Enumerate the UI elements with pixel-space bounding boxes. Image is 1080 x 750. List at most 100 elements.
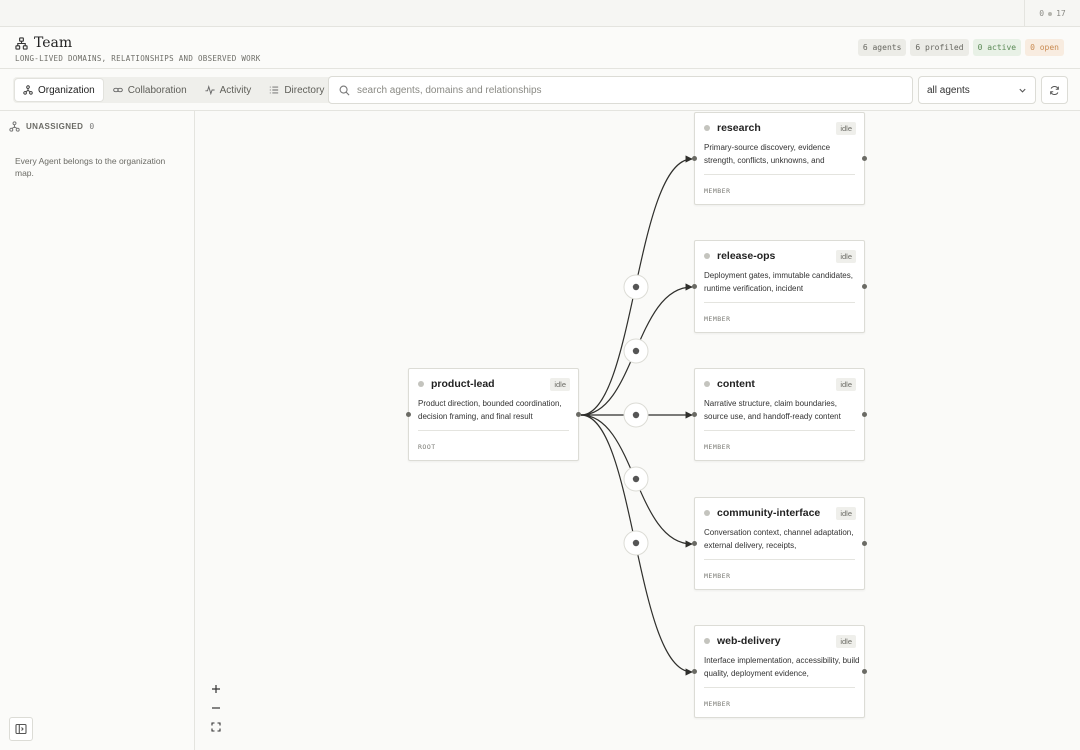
tab-activity[interactable]: Activity <box>197 79 260 101</box>
unassigned-heading: UNASSIGNED 0 <box>9 121 95 132</box>
node-header: release-ops <box>704 250 775 262</box>
tab-collaboration[interactable]: Collaboration <box>105 79 195 101</box>
top-strip: 0 17 <box>0 0 1080 27</box>
zoom-out-button[interactable] <box>205 698 227 717</box>
sidebar-toggle-button[interactable] <box>9 717 33 741</box>
activity-icon <box>205 85 215 95</box>
output-port[interactable] <box>862 284 867 289</box>
unassigned-note: Every Agent belongs to the organization … <box>15 156 166 178</box>
status-badge: idle <box>836 635 856 648</box>
unassigned-sidebar: UNASSIGNED 0 Every Agent belongs to the … <box>0 111 195 750</box>
counter-right: 17 <box>1056 9 1066 18</box>
agent-node-community-interface[interactable]: community-interface idle Conversation co… <box>692 497 867 590</box>
node-header: product-lead <box>418 378 495 390</box>
page-subtitle: LONG-LIVED DOMAINS, RELATIONSHIPS AND OB… <box>15 54 261 63</box>
refresh-icon <box>1050 85 1059 95</box>
output-port[interactable] <box>576 412 581 417</box>
node-divider <box>704 687 855 688</box>
output-port[interactable] <box>862 156 867 161</box>
status-dot <box>418 381 424 387</box>
input-port[interactable] <box>406 412 411 417</box>
status-dot <box>704 638 710 644</box>
agent-filter-value: all agents <box>927 84 970 96</box>
page-title: Team <box>34 35 73 51</box>
plus-icon <box>212 684 220 693</box>
agent-name: web-delivery <box>717 635 781 647</box>
org-chart-icon <box>15 36 28 50</box>
agent-filter-select[interactable]: all agents <box>918 76 1036 104</box>
agent-role: MEMBER <box>704 443 731 451</box>
agent-name: content <box>717 378 755 390</box>
tab-label: Activity <box>219 84 252 96</box>
tab-label: Directory <box>284 84 325 96</box>
summary-badges: 6 agents 6 profiled 0 active 0 open <box>857 39 1064 56</box>
output-port[interactable] <box>862 669 867 674</box>
node-header: community-interface <box>704 507 820 519</box>
node-divider <box>418 430 569 431</box>
input-port[interactable] <box>692 156 697 161</box>
edge-handle-research[interactable] <box>623 338 649 364</box>
agent-role: MEMBER <box>704 700 731 708</box>
agent-role: MEMBER <box>704 572 731 580</box>
profiled-badge: 6 profiled <box>910 39 969 56</box>
agent-description: Product direction, bounded coordination,… <box>418 399 562 421</box>
title-row: Team <box>15 35 72 51</box>
input-port[interactable] <box>692 412 697 417</box>
agent-node-release-ops[interactable]: release-ops idle Deployment gates, immut… <box>692 240 867 333</box>
connection-counter: 0 17 <box>1024 0 1080 27</box>
refresh-button[interactable] <box>1041 76 1068 104</box>
status-dot <box>704 253 710 259</box>
search-icon <box>339 85 350 95</box>
chevron-down-icon <box>1019 88 1026 93</box>
agents-badge: 6 agents <box>857 39 907 56</box>
node-header: research <box>704 122 761 134</box>
node-divider <box>704 302 855 303</box>
tab-organization[interactable]: Organization <box>15 79 103 101</box>
node-header: web-delivery <box>704 635 781 647</box>
counter-left: 0 <box>1039 9 1045 18</box>
page-header: Team LONG-LIVED DOMAINS, RELATIONSHIPS A… <box>0 27 1080 69</box>
search-input[interactable] <box>357 84 897 96</box>
counter-separator-dot <box>1048 11 1053 16</box>
node-header: content <box>704 378 755 390</box>
zoom-in-button[interactable] <box>205 679 227 698</box>
status-badge: idle <box>836 507 856 520</box>
status-dot <box>704 125 710 131</box>
relationship-edges <box>580 155 693 676</box>
output-port[interactable] <box>862 412 867 417</box>
edge-handle-web-delivery[interactable] <box>623 530 649 556</box>
status-badge: idle <box>836 250 856 263</box>
toolbar: Organization Collaboration Activity Dire… <box>0 69 1080 111</box>
agent-description: Interface implementation, accessibility,… <box>704 656 860 678</box>
sidebar-toggle-icon <box>15 723 27 735</box>
node-divider <box>704 559 855 560</box>
fit-view-button[interactable] <box>205 717 227 736</box>
search-box[interactable] <box>328 76 913 104</box>
agent-description: Conversation context, channel adaptation… <box>704 528 854 550</box>
agent-name: release-ops <box>717 250 776 262</box>
minus-icon <box>212 706 220 709</box>
agent-node-research[interactable]: research idle Primary-source discovery, … <box>692 112 867 205</box>
input-port[interactable] <box>692 669 697 674</box>
link-icon <box>112 87 123 93</box>
agent-node-web-delivery[interactable]: web-delivery idle Interface implementati… <box>692 625 867 718</box>
list-icon <box>270 86 279 94</box>
agent-node-content[interactable]: content idle Narrative structure, claim … <box>692 368 867 461</box>
edge-handle-content[interactable] <box>623 402 649 428</box>
agent-node-product-lead[interactable]: product-lead idle Product direction, bou… <box>406 368 581 461</box>
edge-handle-release-ops[interactable] <box>623 274 649 300</box>
node-divider <box>704 174 855 175</box>
organization-canvas[interactable]: product-lead idle Product direction, bou… <box>195 111 1080 750</box>
edge-handle-community-interface[interactable] <box>623 466 649 492</box>
tab-directory[interactable]: Directory <box>261 79 332 101</box>
input-port[interactable] <box>692 284 697 289</box>
status-badge: idle <box>836 378 856 391</box>
input-port[interactable] <box>692 541 697 546</box>
fit-view-icon <box>211 721 221 732</box>
active-badge: 0 active <box>972 39 1022 56</box>
status-badge: idle <box>550 378 570 391</box>
agent-description: Narrative structure, claim boundaries, s… <box>704 399 841 421</box>
output-port[interactable] <box>862 541 867 546</box>
status-dot <box>704 381 710 387</box>
agent-role: ROOT <box>418 443 436 451</box>
